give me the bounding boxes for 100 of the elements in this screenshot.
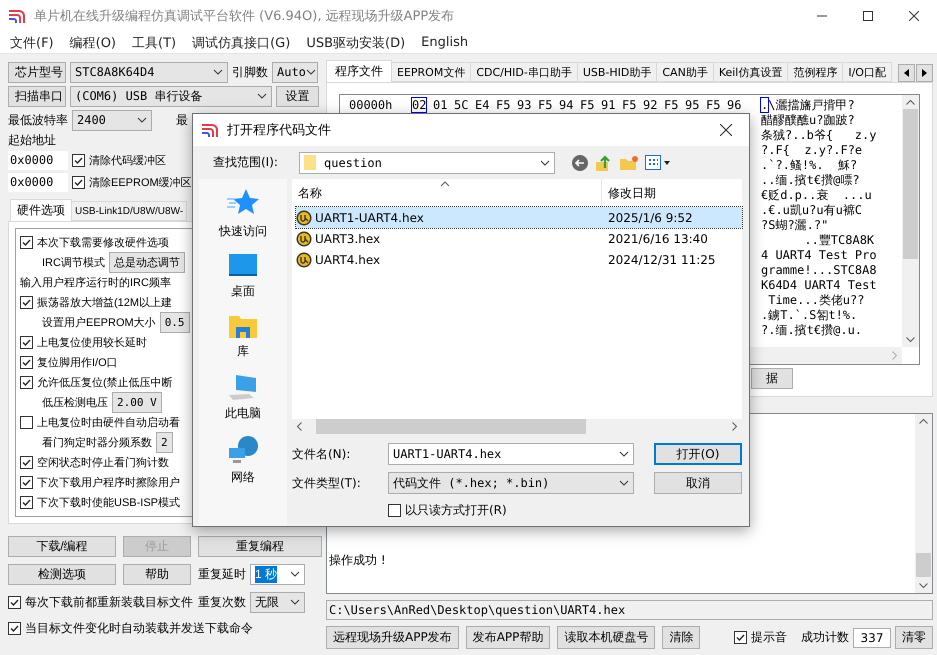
open-button[interactable]: 打开(O) xyxy=(654,443,742,465)
checkbox[interactable] xyxy=(388,504,401,516)
tab[interactable]: Keil仿真设置 xyxy=(712,62,788,82)
checkbox[interactable] xyxy=(20,496,33,508)
hex-byte[interactable]: 92 xyxy=(643,98,658,112)
hex-byte[interactable]: 01 xyxy=(433,98,448,112)
dropdown-chevron-icon[interactable] xyxy=(137,117,147,123)
hex-byte[interactable]: 91 xyxy=(601,98,616,112)
success-count-field[interactable]: 337 xyxy=(853,628,891,648)
checkbox[interactable] xyxy=(20,356,33,368)
checkbox[interactable] xyxy=(20,416,33,428)
tab[interactable]: I/O口配 xyxy=(842,62,892,82)
command-button[interactable]: 下载/编程 xyxy=(8,536,116,557)
file-row[interactable]: UART4.hex 2024/12/31 11:25 xyxy=(296,249,742,270)
menu-item[interactable]: USB驱动安装(D) xyxy=(298,34,414,52)
tab[interactable]: CDC/HID-串口助手 xyxy=(470,62,578,82)
cancel-button[interactable]: 取消 xyxy=(654,472,742,494)
repeat-delay-dropdown[interactable]: 1 秒 xyxy=(250,564,305,584)
tab[interactable]: USB-HID助手 xyxy=(576,62,658,82)
place-shortcut[interactable]: 此电脑 xyxy=(225,373,261,422)
checkbox[interactable] xyxy=(20,236,33,248)
checkbox[interactable] xyxy=(20,336,33,348)
place-shortcut[interactable]: 桌面 xyxy=(228,253,258,300)
hex-byte[interactable]: E4 xyxy=(475,98,490,112)
hex-byte[interactable]: F5 xyxy=(664,98,678,112)
scan-port-button[interactable]: 扫描串口 xyxy=(8,86,66,106)
new-folder-icon[interactable] xyxy=(619,154,639,170)
option-dropdown[interactable]: 总是动态调节 xyxy=(108,252,185,272)
checkbox[interactable] xyxy=(72,176,85,188)
dropdown-chevron-icon[interactable] xyxy=(619,480,629,486)
scroll-right-button[interactable] xyxy=(916,64,933,82)
chip-model-dropdown[interactable]: STC8A8K64D4 xyxy=(70,62,228,82)
port-dropdown[interactable]: (COM6) USB 串行设备 xyxy=(70,86,272,106)
menu-item[interactable]: English xyxy=(413,35,476,50)
hex-byte[interactable]: F5 xyxy=(706,98,720,112)
tab[interactable]: USB-Link1D/U8W/U8W- xyxy=(71,201,188,221)
tab[interactable]: 范例程序 xyxy=(787,62,844,82)
dropdown-chevron-icon[interactable] xyxy=(257,93,267,99)
hex-byte[interactable]: 94 xyxy=(559,98,574,112)
back-icon[interactable] xyxy=(571,154,589,172)
tab[interactable]: 程序文件 xyxy=(326,60,392,82)
address-field[interactable]: 0x0000 xyxy=(8,150,68,170)
hex-byte[interactable]: F5 xyxy=(622,98,636,112)
option-dropdown[interactable]: 2.00 V xyxy=(112,392,162,412)
dropdown-chevron-icon[interactable] xyxy=(290,571,300,577)
tab[interactable]: 硬件选项 xyxy=(10,199,72,221)
file-type-dropdown[interactable]: 代码文件 (*.hex; *.bin) xyxy=(388,472,634,494)
menu-item[interactable]: 调试仿真接口(G) xyxy=(184,34,298,52)
command-button[interactable]: 清除 xyxy=(662,626,700,649)
reset-button[interactable]: 清零 xyxy=(895,626,933,649)
menu-item[interactable]: 工具(T) xyxy=(124,34,184,52)
command-button[interactable]: 发布APP帮助 xyxy=(466,626,550,649)
command-button[interactable]: 重复编程 xyxy=(198,536,322,557)
hex-byte[interactable]: F5 xyxy=(538,98,552,112)
look-in-dropdown[interactable]: question xyxy=(299,152,555,174)
pins-dropdown[interactable]: Auto xyxy=(272,62,318,82)
dropdown-chevron-icon[interactable] xyxy=(306,69,316,75)
checkbox[interactable] xyxy=(20,476,33,488)
option-dropdown[interactable]: 0.5 xyxy=(160,312,190,332)
address-field[interactable]: 0x0000 xyxy=(8,172,68,192)
command-button[interactable]: 读取本机硬盘号 xyxy=(557,626,656,649)
checkbox[interactable] xyxy=(72,154,85,166)
checkbox[interactable] xyxy=(20,456,33,468)
checkbox[interactable] xyxy=(20,376,33,388)
checkbox[interactable] xyxy=(734,631,747,644)
scroll-thumb[interactable] xyxy=(903,109,918,259)
menu-item[interactable]: 编程(O) xyxy=(62,34,124,52)
option-dropdown[interactable]: 2 xyxy=(156,432,173,452)
view-menu-icon[interactable] xyxy=(645,154,671,170)
data-button[interactable]: 据 xyxy=(751,368,793,388)
command-button[interactable]: 帮助 xyxy=(123,564,191,584)
scroll-left-button[interactable] xyxy=(898,64,915,82)
column-header[interactable]: 修改日期 xyxy=(602,179,742,207)
place-shortcut[interactable]: 库 xyxy=(228,313,258,360)
dropdown-chevron-icon[interactable] xyxy=(213,69,223,75)
hex-byte[interactable]: 5C xyxy=(454,98,468,112)
file-row[interactable]: UART3.hex 2021/6/16 13:40 xyxy=(296,228,742,249)
scroll-thumb[interactable] xyxy=(916,553,931,577)
chip-model-button[interactable]: 芯片型号 xyxy=(8,62,66,82)
file-path-field[interactable]: C:\Users\AnRed\Desktop\question\UART4.hex xyxy=(326,600,933,620)
place-shortcut[interactable]: 网络 xyxy=(227,435,259,486)
dropdown-chevron-icon[interactable] xyxy=(619,451,629,457)
min-baud-dropdown[interactable]: 2400 xyxy=(72,110,152,130)
hex-byte[interactable]: 02 xyxy=(412,98,426,112)
menu-item[interactable]: 文件(F) xyxy=(2,34,62,52)
hex-byte[interactable]: 96 xyxy=(727,98,742,112)
hex-byte[interactable]: 95 xyxy=(685,98,700,112)
vertical-scrollbar[interactable] xyxy=(915,414,932,593)
repeat-count-dropdown[interactable]: 无限 xyxy=(250,592,305,612)
place-shortcut[interactable]: 快速访问 xyxy=(219,187,267,240)
checkbox[interactable] xyxy=(8,596,21,608)
dropdown-chevron-icon[interactable] xyxy=(540,160,550,166)
hex-byte[interactable]: 93 xyxy=(517,98,532,112)
command-button[interactable]: 检测选项 xyxy=(8,564,116,584)
file-row[interactable]: UART1-UART4.hex 2025/1/6 9:52 xyxy=(296,207,742,228)
dropdown-chevron-icon[interactable] xyxy=(290,599,300,605)
file-name-field[interactable]: UART1-UART4.hex xyxy=(388,443,634,465)
checkbox[interactable] xyxy=(8,622,21,634)
hex-byte[interactable]: F5 xyxy=(496,98,510,112)
settings-button[interactable]: 设置 xyxy=(276,86,319,106)
